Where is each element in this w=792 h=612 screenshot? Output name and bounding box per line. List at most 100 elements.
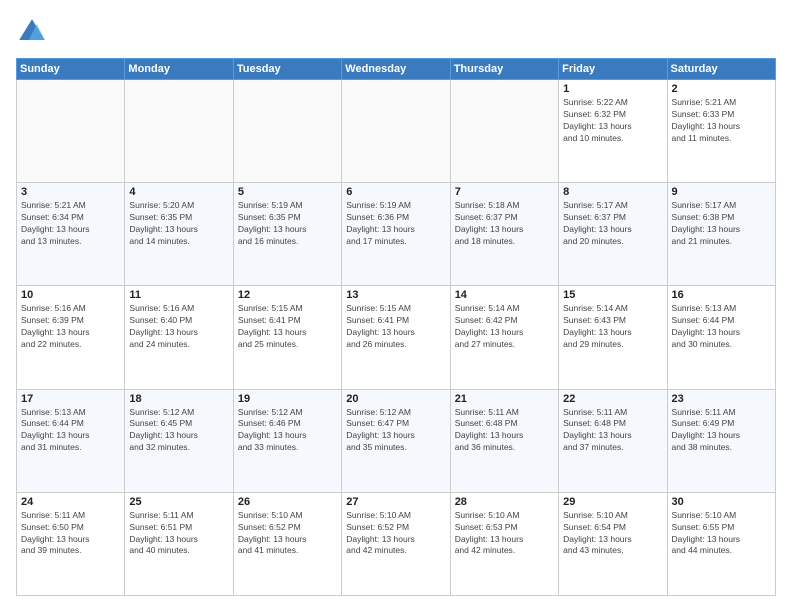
day-info: Sunrise: 5:11 AM Sunset: 6:48 PM Dayligh… (455, 407, 554, 455)
calendar-cell (450, 80, 558, 183)
day-info: Sunrise: 5:19 AM Sunset: 6:35 PM Dayligh… (238, 200, 337, 248)
day-info: Sunrise: 5:12 AM Sunset: 6:47 PM Dayligh… (346, 407, 445, 455)
day-number: 3 (21, 186, 120, 198)
day-info: Sunrise: 5:12 AM Sunset: 6:45 PM Dayligh… (129, 407, 228, 455)
calendar-cell: 14 Sunrise: 5:14 AM Sunset: 6:42 PM Dayli… (450, 286, 558, 389)
day-info: Sunrise: 5:14 AM Sunset: 6:43 PM Dayligh… (563, 303, 662, 351)
day-number: 12 (238, 289, 337, 301)
calendar-week-4: 24 Sunrise: 5:11 AM Sunset: 6:50 PM Dayli… (17, 492, 776, 595)
calendar-cell: 28 Sunrise: 5:10 AM Sunset: 6:53 PM Dayli… (450, 492, 558, 595)
weekday-header-row: SundayMondayTuesdayWednesdayThursdayFrid… (17, 59, 776, 80)
calendar-cell: 11Sunrise: 5:16 AM Sunset: 6:40 PM Dayli… (125, 286, 233, 389)
day-number: 23 (672, 393, 771, 405)
day-number: 20 (346, 393, 445, 405)
calendar-cell (17, 80, 125, 183)
day-info: Sunrise: 5:10 AM Sunset: 6:52 PM Dayligh… (238, 510, 337, 558)
day-info: Sunrise: 5:19 AM Sunset: 6:36 PM Dayligh… (346, 200, 445, 248)
calendar-cell: 19 Sunrise: 5:12 AM Sunset: 6:46 PM Dayli… (233, 389, 341, 492)
calendar-cell: 3 Sunrise: 5:21 AM Sunset: 6:34 PM Daylig… (17, 183, 125, 286)
day-info: Sunrise: 5:11 AM Sunset: 6:48 PM Dayligh… (563, 407, 662, 455)
calendar-cell: 21 Sunrise: 5:11 AM Sunset: 6:48 PM Dayli… (450, 389, 558, 492)
weekday-header-monday: Monday (125, 59, 233, 80)
day-number: 1 (563, 83, 662, 95)
day-number: 22 (563, 393, 662, 405)
calendar-cell (125, 80, 233, 183)
day-info: Sunrise: 5:18 AM Sunset: 6:37 PM Dayligh… (455, 200, 554, 248)
day-number: 29 (563, 496, 662, 508)
day-info: Sunrise: 5:10 AM Sunset: 6:53 PM Dayligh… (455, 510, 554, 558)
header (16, 16, 776, 48)
day-info: Sunrise: 5:16 AM Sunset: 6:40 PM Dayligh… (129, 303, 228, 351)
calendar-cell: 16 Sunrise: 5:13 AM Sunset: 6:44 PM Dayli… (667, 286, 775, 389)
day-info: Sunrise: 5:15 AM Sunset: 6:41 PM Dayligh… (238, 303, 337, 351)
day-info: Sunrise: 5:16 AM Sunset: 6:39 PM Dayligh… (21, 303, 120, 351)
day-info: Sunrise: 5:20 AM Sunset: 6:35 PM Dayligh… (129, 200, 228, 248)
calendar-cell: 18 Sunrise: 5:12 AM Sunset: 6:45 PM Dayli… (125, 389, 233, 492)
weekday-header-saturday: Saturday (667, 59, 775, 80)
calendar-cell: 29 Sunrise: 5:10 AM Sunset: 6:54 PM Dayli… (559, 492, 667, 595)
calendar-cell: 8 Sunrise: 5:17 AM Sunset: 6:37 PM Daylig… (559, 183, 667, 286)
calendar-week-3: 17 Sunrise: 5:13 AM Sunset: 6:44 PM Dayli… (17, 389, 776, 492)
day-number: 4 (129, 186, 228, 198)
calendar-cell: 2 Sunrise: 5:21 AM Sunset: 6:33 PM Daylig… (667, 80, 775, 183)
day-number: 25 (129, 496, 228, 508)
day-number: 17 (21, 393, 120, 405)
day-info: Sunrise: 5:22 AM Sunset: 6:32 PM Dayligh… (563, 97, 662, 145)
day-number: 14 (455, 289, 554, 301)
day-number: 21 (455, 393, 554, 405)
calendar-cell: 26 Sunrise: 5:10 AM Sunset: 6:52 PM Dayli… (233, 492, 341, 595)
day-number: 26 (238, 496, 337, 508)
day-info: Sunrise: 5:17 AM Sunset: 6:37 PM Dayligh… (563, 200, 662, 248)
day-number: 27 (346, 496, 445, 508)
day-number: 13 (346, 289, 445, 301)
calendar-cell: 12 Sunrise: 5:15 AM Sunset: 6:41 PM Dayli… (233, 286, 341, 389)
day-number: 2 (672, 83, 771, 95)
weekday-header-sunday: Sunday (17, 59, 125, 80)
day-number: 19 (238, 393, 337, 405)
calendar-cell: 27Sunrise: 5:10 AM Sunset: 6:52 PM Dayli… (342, 492, 450, 595)
calendar-cell: 30Sunrise: 5:10 AM Sunset: 6:55 PM Dayli… (667, 492, 775, 595)
day-number: 16 (672, 289, 771, 301)
day-info: Sunrise: 5:14 AM Sunset: 6:42 PM Dayligh… (455, 303, 554, 351)
weekday-header-tuesday: Tuesday (233, 59, 341, 80)
calendar-cell: 6 Sunrise: 5:19 AM Sunset: 6:36 PM Daylig… (342, 183, 450, 286)
calendar-week-2: 10Sunrise: 5:16 AM Sunset: 6:39 PM Dayli… (17, 286, 776, 389)
calendar-week-0: 1 Sunrise: 5:22 AM Sunset: 6:32 PM Daylig… (17, 80, 776, 183)
day-info: Sunrise: 5:21 AM Sunset: 6:33 PM Dayligh… (672, 97, 771, 145)
calendar-cell: 10Sunrise: 5:16 AM Sunset: 6:39 PM Dayli… (17, 286, 125, 389)
calendar-cell: 1 Sunrise: 5:22 AM Sunset: 6:32 PM Daylig… (559, 80, 667, 183)
day-info: Sunrise: 5:11 AM Sunset: 6:50 PM Dayligh… (21, 510, 120, 558)
calendar-cell: 20 Sunrise: 5:12 AM Sunset: 6:47 PM Dayli… (342, 389, 450, 492)
calendar-cell (233, 80, 341, 183)
weekday-header-wednesday: Wednesday (342, 59, 450, 80)
day-info: Sunrise: 5:10 AM Sunset: 6:54 PM Dayligh… (563, 510, 662, 558)
day-info: Sunrise: 5:10 AM Sunset: 6:55 PM Dayligh… (672, 510, 771, 558)
day-number: 28 (455, 496, 554, 508)
calendar-cell: 9Sunrise: 5:17 AM Sunset: 6:38 PM Daylig… (667, 183, 775, 286)
calendar-cell: 25 Sunrise: 5:11 AM Sunset: 6:51 PM Dayli… (125, 492, 233, 595)
calendar-cell: 22 Sunrise: 5:11 AM Sunset: 6:48 PM Dayli… (559, 389, 667, 492)
day-info: Sunrise: 5:13 AM Sunset: 6:44 PM Dayligh… (672, 303, 771, 351)
day-number: 7 (455, 186, 554, 198)
day-info: Sunrise: 5:12 AM Sunset: 6:46 PM Dayligh… (238, 407, 337, 455)
day-number: 8 (563, 186, 662, 198)
weekday-header-thursday: Thursday (450, 59, 558, 80)
weekday-header-friday: Friday (559, 59, 667, 80)
logo (16, 16, 52, 48)
day-number: 24 (21, 496, 120, 508)
calendar-week-1: 3 Sunrise: 5:21 AM Sunset: 6:34 PM Daylig… (17, 183, 776, 286)
day-number: 6 (346, 186, 445, 198)
day-info: Sunrise: 5:13 AM Sunset: 6:44 PM Dayligh… (21, 407, 120, 455)
calendar-cell: 5Sunrise: 5:19 AM Sunset: 6:35 PM Daylig… (233, 183, 341, 286)
calendar-cell: 7 Sunrise: 5:18 AM Sunset: 6:37 PM Daylig… (450, 183, 558, 286)
page: SundayMondayTuesdayWednesdayThursdayFrid… (0, 0, 792, 612)
calendar-cell: 13 Sunrise: 5:15 AM Sunset: 6:41 PM Dayli… (342, 286, 450, 389)
day-info: Sunrise: 5:11 AM Sunset: 6:51 PM Dayligh… (129, 510, 228, 558)
calendar-table: SundayMondayTuesdayWednesdayThursdayFrid… (16, 58, 776, 596)
general-blue-logo-icon (16, 16, 48, 48)
day-number: 18 (129, 393, 228, 405)
day-info: Sunrise: 5:21 AM Sunset: 6:34 PM Dayligh… (21, 200, 120, 248)
calendar-cell: 15Sunrise: 5:14 AM Sunset: 6:43 PM Dayli… (559, 286, 667, 389)
calendar-cell: 24 Sunrise: 5:11 AM Sunset: 6:50 PM Dayli… (17, 492, 125, 595)
day-info: Sunrise: 5:15 AM Sunset: 6:41 PM Dayligh… (346, 303, 445, 351)
